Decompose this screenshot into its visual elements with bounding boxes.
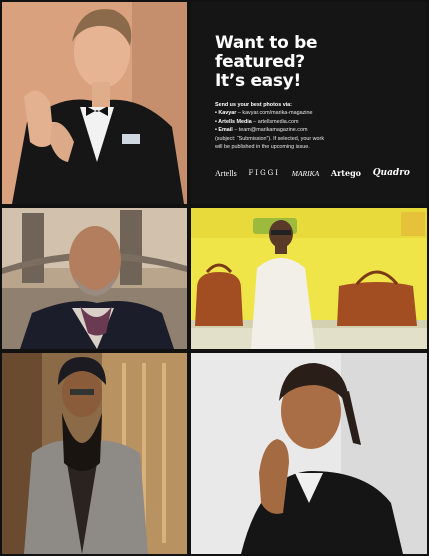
channel-kavyar-label: • Kavyar [215,110,237,117]
promo-headline: Want to be featured? It’s easy! [215,34,365,91]
channel-kavyar-detail: – kavyar.com/marika-magazine [236,110,313,117]
logo-quadro: Quadro [372,168,410,178]
submission-note-2: will be published in the upcoming issue. [215,144,310,151]
channel-email-detail: – team@marikamagazine.com [232,127,308,134]
headline-line-3: It’s easy! [215,71,301,91]
photo-bald-man-london-image [2,208,187,349]
photo-man-white-suit-bags-image [191,208,427,349]
photo-man-turban-blazer [2,353,187,554]
photo-young-man-braids [191,353,427,554]
logo-marika: MARIKA [291,168,320,178]
channel-artells-detail: – artellsmedia.com [251,118,299,125]
channel-email[interactable]: • Email – team@marikamagazine.com [215,126,415,134]
logo-figgi: FIGGI [248,169,281,177]
featured-collage: { "headline": ["Want to be", "featured?"… [0,0,429,556]
channel-email-label: • Email [215,127,233,134]
submission-intro: Send us your best photos via: [215,102,292,108]
channel-artells-label: • Artells Media [215,118,252,125]
headline-line-2: featured? [215,52,305,72]
photo-young-man-tuxedo-image [2,2,187,204]
submission-info: Send us your best photos via: • Kavyar –… [215,101,415,151]
channel-artells[interactable]: • Artells Media – artellsmedia.com [215,118,415,126]
photo-man-white-suit-bags [191,208,427,349]
logo-artego: Artego [330,168,362,178]
headline-line-1: Want to be [215,33,318,53]
photo-man-turban-blazer-image [2,353,187,554]
logo-artells: Artells [215,168,237,178]
partner-logos: Artells FIGGI MARIKA Artego Quadro [215,168,410,178]
photo-young-man-braids-image [191,353,427,554]
photo-young-man-tuxedo [2,2,187,204]
submission-note-1: (subject: “Submission”). If selected, yo… [215,135,325,142]
photo-bald-man-london [2,208,187,349]
promo-panel: Want to be featured? It’s easy! Send us … [191,2,427,204]
channel-kavyar[interactable]: • Kavyar – kavyar.com/marika-magazine [215,109,415,117]
